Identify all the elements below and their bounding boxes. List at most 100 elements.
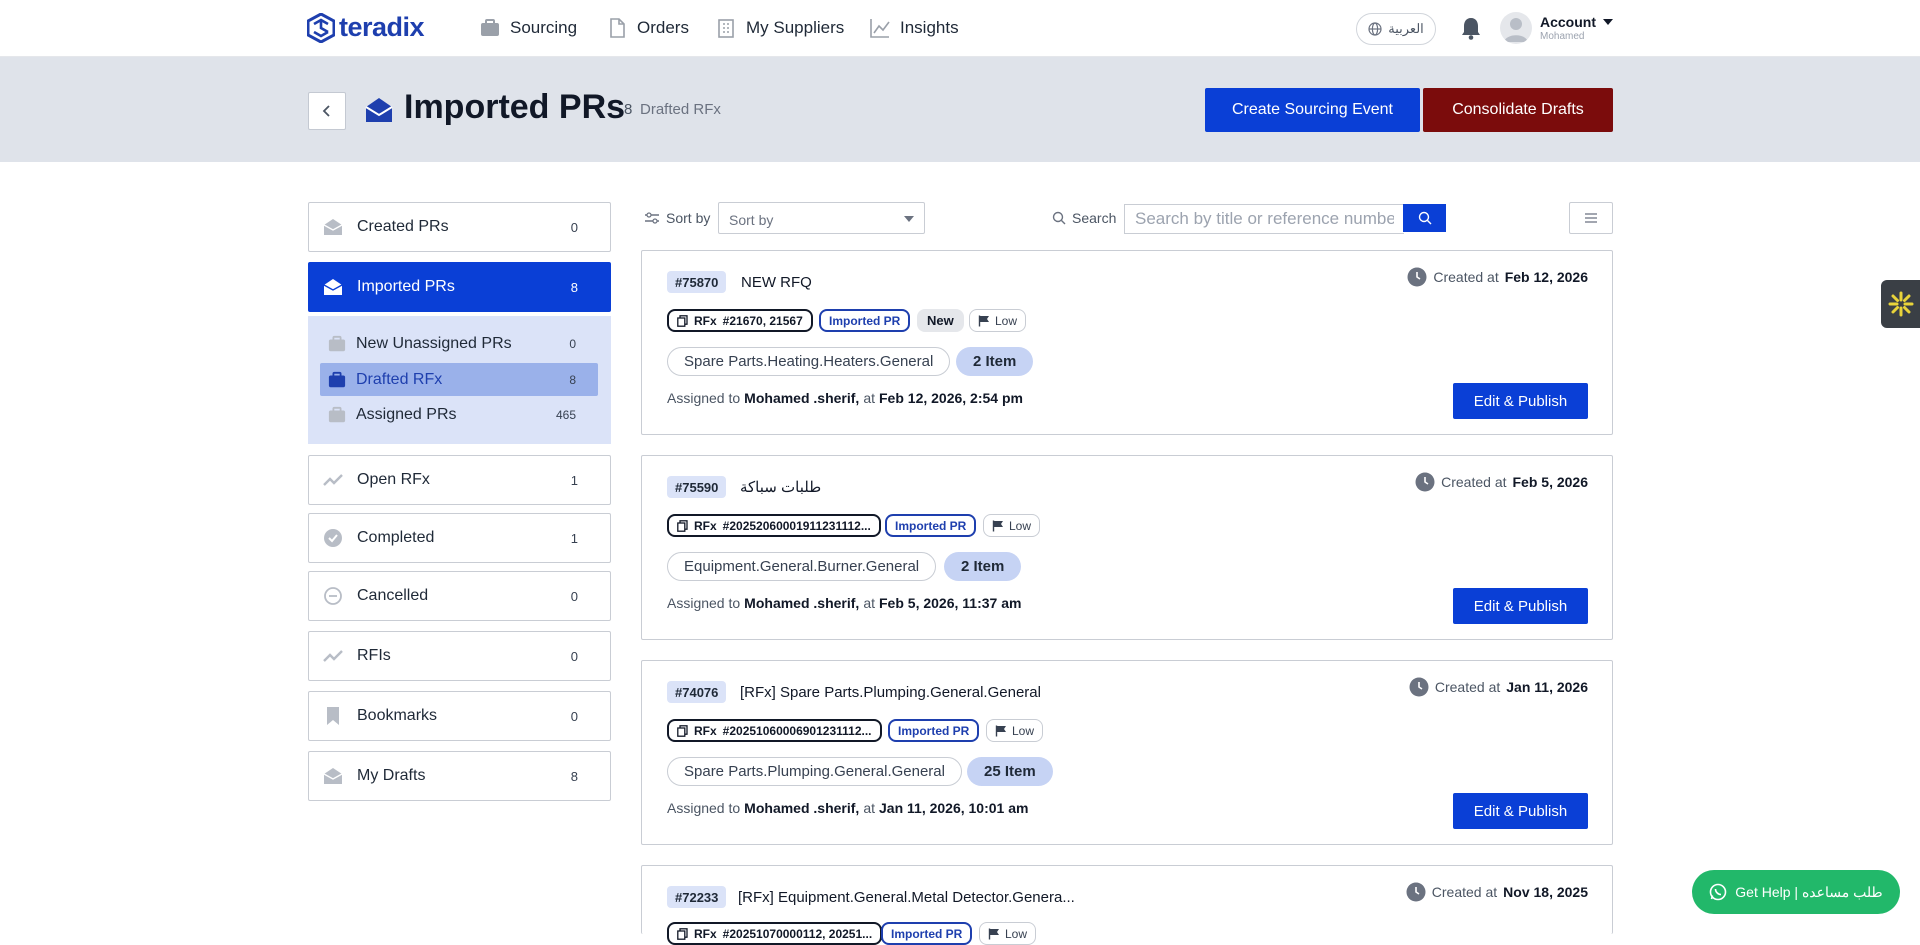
card-title[interactable]: NEW RFQ bbox=[741, 271, 812, 293]
account-menu-label[interactable]: Account bbox=[1540, 14, 1596, 30]
submenu-item-label: Drafted RFx bbox=[356, 370, 443, 388]
teradix-logo[interactable]: teradix bbox=[307, 12, 425, 43]
back-button[interactable] bbox=[308, 92, 346, 130]
assignee-name: Mohamed .sherif, bbox=[744, 390, 860, 406]
assigned-time: Feb 12, 2026, 2:54 pm bbox=[879, 390, 1023, 406]
sidebar-item-label: Completed bbox=[357, 529, 435, 546]
card-title[interactable]: [RFx] Spare Parts.Plumping.General.Gener… bbox=[740, 681, 1041, 703]
submenu-item-count: 8 bbox=[569, 372, 576, 387]
inbox-icon bbox=[323, 219, 343, 235]
sidebar-item-rfis[interactable]: RFIs 0 bbox=[308, 631, 611, 681]
category-pill: Spare Parts.Heating.Heaters.General bbox=[667, 347, 951, 376]
notification-bell-icon[interactable] bbox=[1460, 16, 1482, 40]
rfx-reference-tag[interactable]: RFx #21670, 21567 bbox=[667, 309, 813, 332]
assigned-label: Assigned to bbox=[667, 595, 741, 611]
rfx-reference-tag[interactable]: RFx #20252060001911231112... bbox=[667, 514, 881, 537]
chart-line-icon bbox=[870, 19, 890, 38]
created-date: Created at Feb 12, 2026 bbox=[1407, 267, 1588, 287]
envelope-open-icon bbox=[323, 279, 343, 295]
sidebar-item-created-prs[interactable]: Created PRs 0 bbox=[308, 202, 611, 252]
sort-label-text: Sort by bbox=[666, 210, 711, 226]
globe-icon bbox=[1368, 22, 1382, 36]
consolidate-drafts-button[interactable]: Consolidate Drafts bbox=[1423, 88, 1613, 132]
sidebar-item-label: RFIs bbox=[357, 647, 391, 664]
drafted-count: 8 bbox=[624, 101, 633, 118]
rfx-tag-ref: #21670, 21567 bbox=[722, 313, 803, 328]
rfx-card[interactable]: #72233 [RFx] Equipment.General.Metal Det… bbox=[641, 865, 1613, 945]
flag-icon bbox=[978, 315, 989, 326]
rfx-tag-label: RFx bbox=[694, 723, 717, 738]
submenu-item-assigned-prs[interactable]: Assigned PRs 465 bbox=[320, 398, 598, 431]
assigned-at-label: at bbox=[863, 595, 875, 611]
imported-prs-submenu: New Unassigned PRs 0 Drafted RFx 8 Assig… bbox=[308, 316, 611, 444]
sidebar-item-cancelled[interactable]: Cancelled 0 bbox=[308, 571, 611, 621]
item-count-pill: 25 Item bbox=[967, 757, 1053, 786]
sidebar-item-open-rfx[interactable]: Open RFx 1 bbox=[308, 455, 611, 505]
created-date: Created at Jan 11, 2026 bbox=[1409, 677, 1588, 697]
rfx-card[interactable]: #74076 [RFx] Spare Parts.Plumping.Genera… bbox=[641, 660, 1613, 845]
create-sourcing-event-button[interactable]: Create Sourcing Event bbox=[1205, 88, 1420, 132]
page-header bbox=[0, 57, 1920, 162]
nav-sourcing-label: Sourcing bbox=[510, 18, 578, 37]
sidebar-item-completed[interactable]: Completed 1 bbox=[308, 513, 611, 563]
sidebar-item-imported-prs[interactable]: Imported PRs 8 bbox=[308, 262, 611, 312]
nav-orders-label: Orders bbox=[637, 18, 689, 37]
minus-circle-icon bbox=[324, 587, 342, 605]
imported-pr-tag: Imported PR bbox=[885, 514, 977, 537]
copy-icon bbox=[677, 314, 688, 327]
sun-icon bbox=[1888, 291, 1913, 317]
nav-my-suppliers[interactable]: My Suppliers bbox=[716, 18, 844, 38]
rfx-card[interactable]: #75590 طلبات سباكة Created at Feb 5, 202… bbox=[641, 455, 1613, 640]
trend-up-icon bbox=[323, 474, 343, 486]
imported-pr-tag: Imported PR bbox=[819, 309, 911, 332]
sidebar-item-count: 0 bbox=[570, 588, 578, 604]
assigned-at-label: at bbox=[863, 390, 875, 406]
priority-label: Low bbox=[995, 313, 1018, 328]
sidebar-item-my-drafts[interactable]: My Drafts 8 bbox=[308, 751, 611, 801]
sidebar-item-bookmarks[interactable]: Bookmarks 0 bbox=[308, 691, 611, 741]
whatsapp-icon bbox=[1709, 883, 1727, 901]
sort-dropdown-value: Sort by bbox=[729, 212, 774, 228]
search-label-text: Search bbox=[1072, 210, 1117, 226]
sidebar-item-count: 0 bbox=[570, 708, 578, 724]
search-button[interactable] bbox=[1403, 204, 1446, 232]
building-icon bbox=[718, 19, 734, 38]
account-user-name: Mohamed bbox=[1540, 31, 1585, 42]
bookmark-icon bbox=[327, 707, 339, 725]
nav-insights[interactable]: Insights bbox=[870, 18, 959, 38]
edit-publish-button[interactable]: Edit & Publish bbox=[1453, 588, 1588, 624]
rfx-card[interactable]: #75870 NEW RFQ Created at Feb 12, 2026 R… bbox=[641, 250, 1613, 435]
search-input[interactable] bbox=[1124, 204, 1404, 234]
submenu-item-drafted-rfx[interactable]: Drafted RFx 8 bbox=[320, 363, 598, 396]
category-pill: Spare Parts.Plumping.General.General bbox=[667, 757, 962, 786]
page-title: Imported PRs bbox=[404, 88, 626, 126]
avatar[interactable] bbox=[1500, 12, 1532, 44]
edit-publish-button[interactable]: Edit & Publish bbox=[1453, 383, 1588, 419]
language-switch-button[interactable]: العربية bbox=[1356, 13, 1436, 45]
created-label: Created at bbox=[1433, 269, 1499, 285]
card-title[interactable]: [RFx] Equipment.General.Metal Detector.G… bbox=[738, 886, 1075, 908]
edit-publish-button[interactable]: Edit & Publish bbox=[1453, 793, 1588, 829]
submenu-item-count: 0 bbox=[569, 336, 576, 351]
nav-orders[interactable]: Orders bbox=[607, 18, 689, 38]
sort-dropdown[interactable]: Sort by bbox=[718, 202, 925, 234]
submenu-item-label: New Unassigned PRs bbox=[356, 334, 512, 352]
sidebar-item-count: 1 bbox=[570, 530, 578, 546]
imported-pr-tag: Imported PR bbox=[888, 719, 980, 742]
briefcase-icon bbox=[328, 406, 346, 422]
card-title[interactable]: طلبات سباكة bbox=[740, 476, 821, 498]
chevron-down-icon[interactable] bbox=[1603, 19, 1613, 25]
assigned-label: Assigned to bbox=[667, 800, 741, 816]
submenu-item-new-unassigned-prs[interactable]: New Unassigned PRs 0 bbox=[320, 327, 598, 360]
nav-sourcing[interactable]: Sourcing bbox=[480, 18, 577, 38]
item-count-pill: 2 Item bbox=[956, 347, 1034, 376]
accessibility-widget-button[interactable] bbox=[1881, 280, 1920, 328]
flag-icon bbox=[992, 520, 1003, 531]
get-help-button[interactable]: Get Help | طلب مساعده bbox=[1692, 870, 1900, 914]
list-view-toggle-button[interactable] bbox=[1569, 202, 1613, 234]
item-count-pill: 2 Item bbox=[944, 552, 1022, 581]
rfx-reference-tag[interactable]: RFx #20251060006901231112... bbox=[667, 719, 882, 742]
created-label: Created at bbox=[1431, 884, 1498, 900]
page-subtitle: Drafted RFx bbox=[640, 101, 721, 118]
clock-icon bbox=[1406, 882, 1426, 902]
